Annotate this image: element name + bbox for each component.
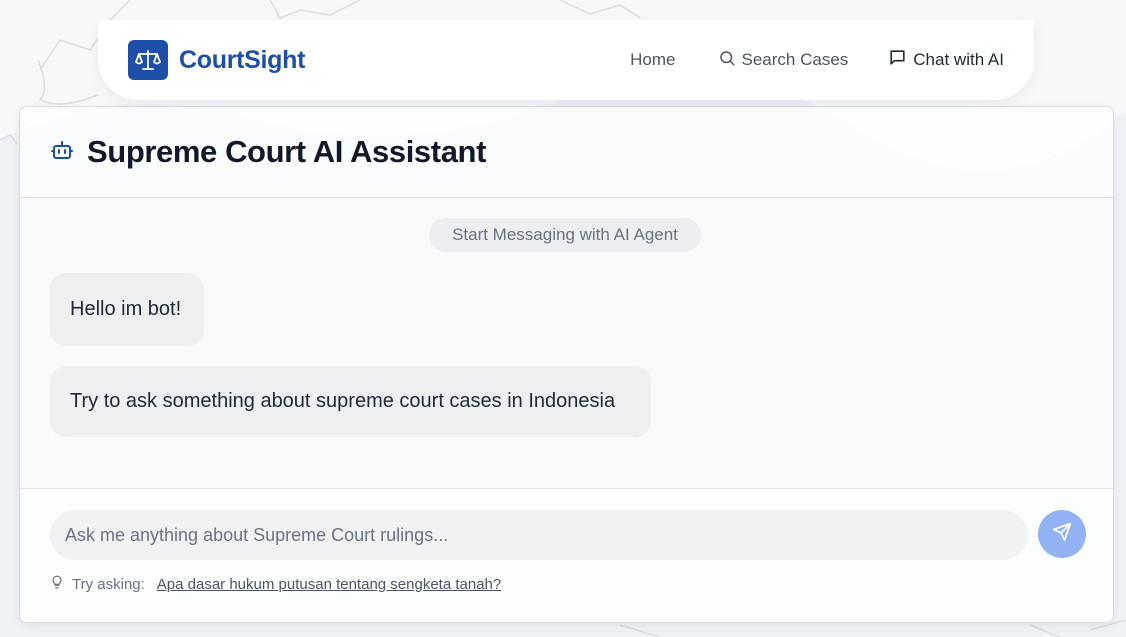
page-title: Supreme Court AI Assistant — [87, 134, 486, 169]
nav-search-cases-link[interactable]: Search Cases — [718, 49, 849, 72]
message-text: Hello im bot! — [70, 298, 182, 320]
message-text: Try to ask something about supreme court… — [70, 390, 616, 412]
chat-input[interactable] — [50, 510, 1028, 560]
bot-icon — [50, 138, 74, 167]
nav-home-link[interactable]: Home — [630, 50, 675, 70]
message-composer: Try asking: Apa dasar hukum putusan tent… — [20, 488, 1113, 622]
top-navbar: CourtSight Home Search Cases Chat with A… — [98, 20, 1034, 100]
message-square-icon — [888, 48, 907, 72]
nav-links: Home Search Cases Chat with AI — [630, 48, 1004, 72]
suggested-question-link[interactable]: Apa dasar hukum putusan tentang sengketa… — [157, 576, 501, 593]
system-message: Start Messaging with AI Agent — [429, 218, 701, 252]
brand-name: CourtSight — [179, 45, 306, 74]
bot-message: Hello im bot! — [50, 273, 204, 346]
nav-chat-label: Chat with AI — [913, 50, 1004, 69]
chat-header: Supreme Court AI Assistant — [20, 107, 1113, 198]
scale-icon — [128, 40, 168, 80]
nav-home-label: Home — [630, 50, 676, 69]
nav-search-label: Search Cases — [741, 50, 849, 69]
brand[interactable]: CourtSight — [128, 40, 305, 80]
suggestion-hint: Try asking: Apa dasar hukum putusan tent… — [50, 574, 501, 594]
bot-message: Try to ask something about supreme court… — [50, 366, 651, 437]
send-icon — [1052, 522, 1072, 547]
chat-card: Supreme Court AI Assistant Start Messagi… — [19, 106, 1114, 623]
message-list: Start Messaging with AI Agent Hello im b… — [20, 198, 1113, 488]
nav-chat-link[interactable]: Chat with AI — [888, 48, 1004, 72]
send-button[interactable] — [1038, 510, 1086, 558]
hint-label: Try asking: — [72, 575, 145, 593]
search-icon — [718, 49, 736, 72]
lightbulb-icon — [50, 574, 64, 594]
